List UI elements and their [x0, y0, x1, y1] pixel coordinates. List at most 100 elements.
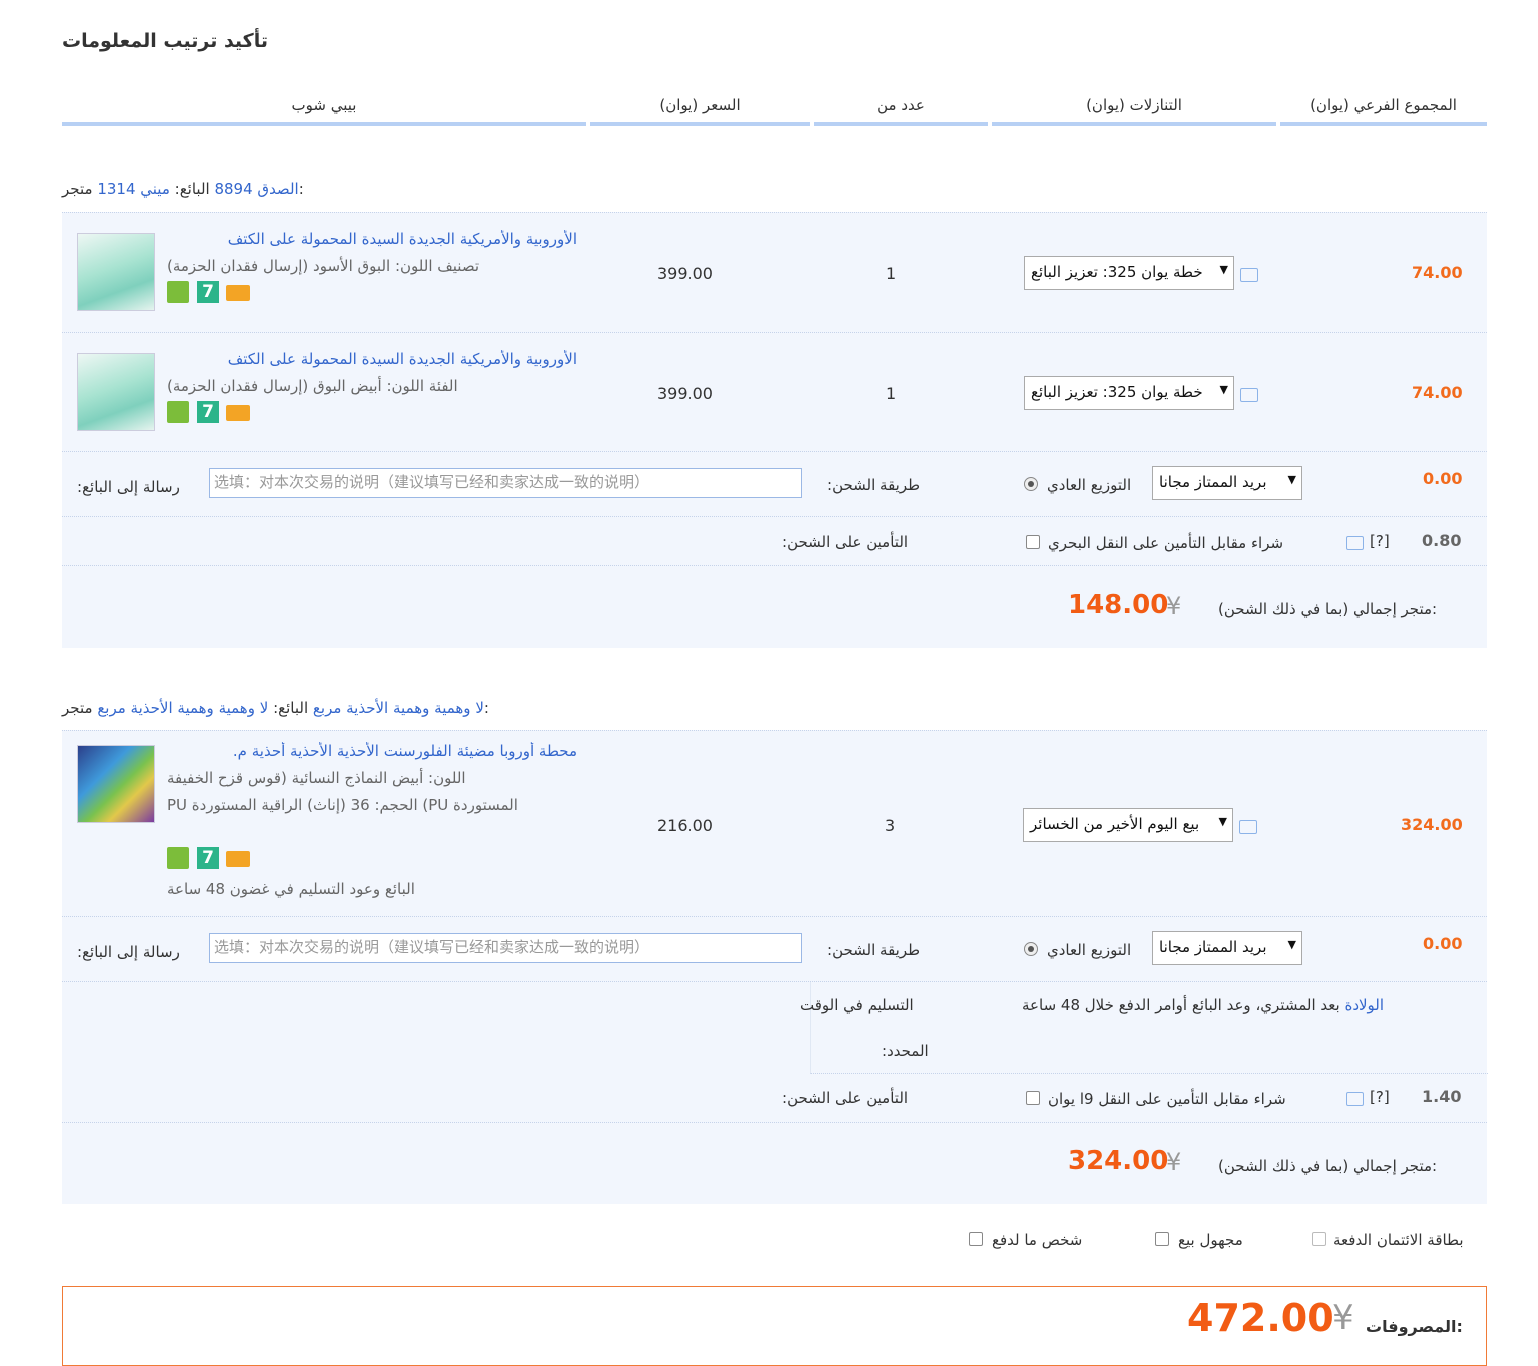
ontime-link[interactable]: الولادة: [1344, 996, 1384, 1014]
price-value: 399.00: [657, 384, 713, 403]
shipping-cost: 0.00: [1423, 934, 1463, 953]
help-icon[interactable]: [?]: [1370, 532, 1390, 550]
qty-value: 3: [885, 816, 896, 835]
shop-total-value: 324.00: [1068, 1146, 1169, 1176]
shield-badge-icon: [167, 281, 189, 303]
ontime-label: التسليم في الوقت: [800, 996, 914, 1014]
message-label: :رسالة إلى البائع: [77, 478, 180, 496]
chat-icon[interactable]: [1346, 536, 1364, 550]
shop-total-label: متجر إجمالي (بما في ذلك الشحن):: [1218, 600, 1438, 618]
shipping-label: :طريقة الشحن: [827, 476, 921, 494]
col-header-subtotal: (المجموع الفرعي (يوان: [1280, 96, 1487, 126]
col-header-price: (السعر (يوان: [590, 96, 810, 126]
shipping-radio[interactable]: [1024, 477, 1038, 491]
insurance-checkbox[interactable]: [1026, 1091, 1040, 1105]
card-badge-icon: [226, 851, 250, 867]
shield-badge-icon: [167, 401, 189, 423]
seller-name-link[interactable]: لا وهمية وهمية الأحذية مربع: [313, 699, 484, 717]
product-thumbnail[interactable]: [77, 745, 155, 823]
insurance-text: شراء مقابل التأمين على النقل البحري: [1048, 534, 1284, 552]
subtotal-value: 74.00: [1412, 383, 1463, 402]
dropdown-arrow-icon: ▼: [1287, 938, 1296, 951]
ontime-text: الولادة بعد المشتري، وعد البائع أوامر ال…: [1022, 996, 1384, 1014]
product-sku: (تصنيف اللون: البوق الأسود (إرسال فقدان …: [167, 257, 480, 275]
subtotal-value: 74.00: [1412, 263, 1463, 282]
card-badge-icon: [226, 285, 250, 301]
dropdown-arrow-icon: ▼: [1219, 383, 1228, 396]
shipping-cost: 0.00: [1423, 469, 1463, 488]
insurance-label: :التأمين على الشحن: [782, 533, 909, 551]
shop-name-link[interactable]: ميني 1314: [97, 180, 170, 198]
insurance-cost: 0.80: [1422, 531, 1462, 550]
card-badge-icon: [226, 405, 250, 421]
discount-select-value: خطة يوان 325: تعزيز البائع: [1031, 383, 1203, 401]
product-thumbnail[interactable]: [77, 353, 155, 431]
qty-value: 1: [886, 384, 897, 403]
insurance-label: :التأمين على الشحن: [782, 1089, 909, 1107]
payment-total: 472.00: [1187, 1296, 1334, 1340]
product-name-link[interactable]: الأوروبية والأمريكية الجديدة السيدة المح…: [167, 350, 577, 368]
delivery-promise: البائع وعود التسليم في غضون 48 ساعة: [167, 880, 415, 898]
shipping-label: :طريقة الشحن: [827, 941, 921, 959]
page-title: تأكيد ترتيب المعلومات: [62, 30, 269, 52]
product-thumbnail[interactable]: [77, 233, 155, 311]
chat-icon[interactable]: [1346, 1092, 1364, 1106]
chat-icon[interactable]: [1240, 388, 1258, 402]
qty-value: 1: [886, 264, 897, 283]
message-input[interactable]: 选填：对本次交易的说明（建议填写已经和卖家达成一致的说明）: [209, 933, 802, 963]
price-value: 399.00: [657, 264, 713, 283]
col-header-qty: عدد من: [814, 96, 988, 126]
col-header-discount: (التنازلات (يوان: [992, 96, 1276, 126]
payment-label: المصروفات:: [1366, 1317, 1463, 1336]
product-sku: (الفئة اللون: أبيض البوق (إرسال فقدان ال…: [167, 377, 458, 395]
shipping-select-value: بريد الممتاز مجانا: [1159, 473, 1267, 491]
anonymous-checkbox[interactable]: [1155, 1232, 1169, 1246]
insurance-cost: 1.40: [1422, 1087, 1462, 1106]
chat-icon[interactable]: [1239, 820, 1257, 834]
seven-day-badge-icon: 7: [197, 281, 219, 303]
price-value: 216.00: [657, 816, 713, 835]
help-icon[interactable]: [?]: [1370, 1088, 1390, 1106]
message-label: :رسالة إلى البائع: [77, 943, 180, 961]
discount-select[interactable]: بيع اليوم الأخير من الخسائر ▼: [1023, 808, 1233, 842]
shop-2-seller-line: لا وهمية وهمية الأحذية مربع البائع: لا و…: [62, 699, 489, 717]
shop-name-link[interactable]: لا وهمية وهمية الأحذية مربع: [97, 699, 268, 717]
ontime-desc: بعد المشتري، وعد البائع أوامر الدفع خلال…: [1022, 996, 1340, 1014]
seller-label: البائع:: [174, 180, 210, 198]
seller-name-link[interactable]: الصدق 8894: [214, 180, 298, 198]
shipping-option-label: التوزيع العادي: [1047, 941, 1132, 959]
insurance-text: شراء مقابل التأمين على النقل 9ا يوان: [1048, 1090, 1286, 1108]
col-header-product: بيبي شوب: [62, 96, 586, 126]
payment-currency: ¥: [1332, 1298, 1354, 1338]
message-input[interactable]: 选填：对本次交易的说明（建议填写已经和卖家达成一致的说明）: [209, 468, 802, 498]
pay-for-someone-label: شخص ما لدفع: [992, 1231, 1083, 1249]
credit-card-checkbox[interactable]: [1312, 1232, 1326, 1246]
dropdown-arrow-icon: ▼: [1219, 263, 1228, 276]
seven-day-badge-icon: 7: [197, 401, 219, 423]
discount-select[interactable]: خطة يوان 325: تعزيز البائع ▼: [1024, 376, 1234, 410]
shipping-radio[interactable]: [1024, 942, 1038, 956]
shipping-select[interactable]: بريد الممتاز مجانا ▼: [1152, 466, 1302, 500]
shipping-option-label: التوزيع العادي: [1047, 476, 1132, 494]
product-sku: PU الحجم: 36 (إناث) الراقية المستوردة (P…: [167, 796, 518, 814]
product-name-link[interactable]: الأوروبية والأمريكية الجديدة السيدة المح…: [167, 230, 577, 248]
seven-day-badge-icon: 7: [197, 847, 219, 869]
discount-select[interactable]: خطة يوان 325: تعزيز البائع ▼: [1024, 256, 1234, 290]
shield-badge-icon: [167, 847, 189, 869]
insurance-checkbox[interactable]: [1026, 535, 1040, 549]
discount-select-value: بيع اليوم الأخير من الخسائر: [1030, 815, 1200, 833]
ontime-label-2: :المحدد: [882, 1042, 929, 1060]
pay-for-someone-checkbox[interactable]: [969, 1232, 983, 1246]
credit-card-label: بطاقة الائتمان الدفعة: [1333, 1231, 1464, 1249]
chat-icon[interactable]: [1240, 268, 1258, 282]
product-name-link[interactable]: .محطة أوروبا مضيئة الفلورسنت الأحذية الأ…: [167, 742, 577, 760]
shipping-select-value: بريد الممتاز مجانا: [1159, 938, 1267, 956]
shipping-select[interactable]: بريد الممتاز مجانا ▼: [1152, 931, 1302, 965]
dropdown-arrow-icon: ▼: [1287, 473, 1296, 486]
seller-label: البائع:: [273, 699, 309, 717]
shop-total-value: 148.00: [1068, 590, 1169, 620]
shop-1-seller-line: الصدق 8894 البائع: ميني 1314 متجر:: [62, 180, 304, 198]
product-sku: اللون: أبيض النماذج النسائية (قوس قزح ال…: [167, 769, 466, 787]
subtotal-value: 324.00: [1401, 815, 1463, 834]
dropdown-arrow-icon: ▼: [1218, 815, 1227, 828]
